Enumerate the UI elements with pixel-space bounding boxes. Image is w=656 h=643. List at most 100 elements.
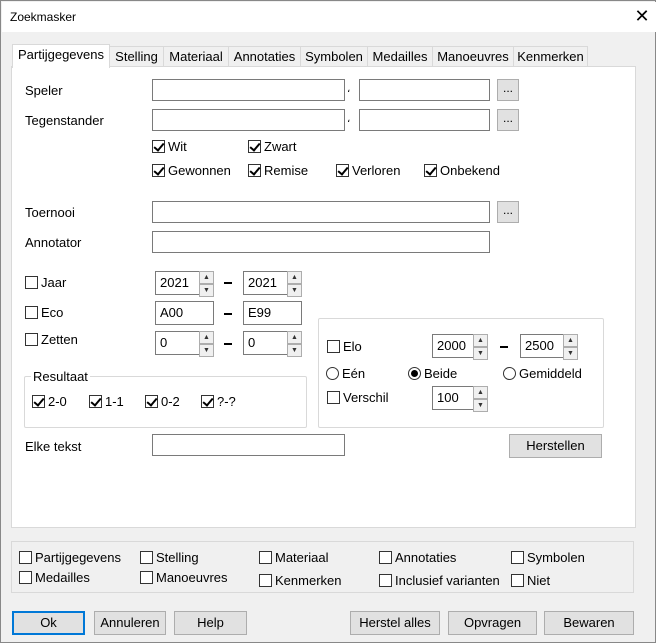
zetten-to-spinner[interactable]: ▲ ▼: [287, 331, 302, 357]
result-1-1-label: 1-1: [105, 394, 124, 409]
tegenstander-browse-button[interactable]: ...: [497, 109, 519, 131]
speler-firstname-input[interactable]: [359, 79, 490, 101]
chevron-up-icon[interactable]: ▲: [199, 331, 214, 344]
tegenstander-separator: ،: [347, 114, 351, 125]
elo-een-radio[interactable]: [326, 367, 339, 380]
verschil-checkbox[interactable]: [327, 391, 340, 404]
include-partijgegevens-checkbox[interactable]: [19, 551, 32, 564]
elo-checkbox[interactable]: [327, 340, 340, 353]
annotator-input[interactable]: [152, 231, 490, 253]
chevron-down-icon[interactable]: ▼: [199, 284, 214, 297]
chevron-up-icon[interactable]: ▲: [473, 334, 488, 347]
tab-annotaties[interactable]: Annotaties: [228, 46, 301, 67]
elo-een-label: Eén: [342, 366, 366, 381]
include-materiaal-checkbox[interactable]: [259, 551, 272, 564]
result-2-0-checkbox[interactable]: [32, 395, 45, 408]
eco-to-input[interactable]: E99: [243, 301, 302, 325]
ok-button[interactable]: Ok: [12, 611, 85, 635]
elo-beide-label: Beide: [424, 366, 458, 381]
elo-from-input[interactable]: 2000: [432, 334, 474, 358]
include-materiaal-label: Materiaal: [275, 550, 329, 565]
chevron-down-icon[interactable]: ▼: [199, 344, 214, 357]
close-icon[interactable]: ✕: [632, 5, 652, 27]
herstel-alles-button[interactable]: Herstel alles: [350, 611, 440, 635]
zwart-label: Zwart: [264, 139, 297, 154]
speler-browse-button[interactable]: ...: [497, 79, 519, 101]
annotator-label: Annotator: [25, 235, 82, 250]
tab-stelling[interactable]: Stelling: [109, 46, 164, 67]
jaar-to-spinner[interactable]: ▲ ▼: [287, 271, 302, 297]
include-manoeuvres-checkbox[interactable]: [140, 571, 153, 584]
chevron-down-icon[interactable]: ▼: [473, 399, 488, 412]
toernooi-input[interactable]: [152, 201, 490, 223]
include-partijgegevens-label: Partijgegevens: [35, 550, 121, 565]
jaar-checkbox[interactable]: [25, 276, 38, 289]
elke-tekst-input[interactable]: [152, 434, 345, 456]
chevron-up-icon[interactable]: ▲: [563, 334, 578, 347]
chevron-down-icon[interactable]: ▼: [473, 347, 488, 360]
tab-kenmerken[interactable]: Kenmerken: [513, 46, 588, 67]
zetten-from-spinner[interactable]: ▲ ▼: [199, 331, 214, 357]
zetten-checkbox[interactable]: [25, 333, 38, 346]
chevron-down-icon[interactable]: ▼: [287, 344, 302, 357]
jaar-from-spinner[interactable]: ▲ ▼: [199, 271, 214, 297]
result-0-2-checkbox[interactable]: [145, 395, 158, 408]
eco-from-input[interactable]: A00: [155, 301, 214, 325]
toernooi-browse-button[interactable]: ...: [497, 201, 519, 223]
zwart-checkbox[interactable]: [248, 140, 261, 153]
zetten-from-input[interactable]: 0: [155, 331, 200, 355]
result-0-2-label: 0-2: [161, 394, 180, 409]
tab-medailles[interactable]: Medailles: [367, 46, 433, 67]
herstellen-button[interactable]: Herstellen: [509, 434, 602, 458]
include-kenmerken-label: Kenmerken: [275, 573, 342, 588]
chevron-down-icon[interactable]: ▼: [563, 347, 578, 360]
tegenstander-input[interactable]: [152, 109, 345, 131]
include-stelling-checkbox[interactable]: [140, 551, 153, 564]
elo-from-spinner[interactable]: ▲ ▼: [473, 334, 488, 360]
bewaren-button[interactable]: Bewaren: [544, 611, 634, 635]
verschil-label: Verschil: [343, 390, 389, 405]
remise-checkbox[interactable]: [248, 164, 261, 177]
wit-checkbox[interactable]: [152, 140, 165, 153]
include-symbolen-checkbox[interactable]: [511, 551, 524, 564]
verschil-input[interactable]: 100: [432, 386, 474, 410]
eco-checkbox[interactable]: [25, 306, 38, 319]
chevron-up-icon[interactable]: ▲: [287, 331, 302, 344]
tab-panel: [11, 66, 636, 528]
tab-manoeuvres[interactable]: Manoeuvres: [432, 46, 514, 67]
include-annotaties-checkbox[interactable]: [379, 551, 392, 564]
help-button[interactable]: Help: [174, 611, 247, 635]
chevron-up-icon[interactable]: ▲: [199, 271, 214, 284]
elo-to-spinner[interactable]: ▲ ▼: [563, 334, 578, 360]
include-medailles-checkbox[interactable]: [19, 571, 32, 584]
include-varianten-checkbox[interactable]: [379, 574, 392, 587]
verloren-checkbox[interactable]: [336, 164, 349, 177]
elo-beide-radio[interactable]: [408, 367, 421, 380]
verloren-label: Verloren: [352, 163, 401, 178]
elo-gemiddeld-radio[interactable]: [503, 367, 516, 380]
chevron-up-icon[interactable]: ▲: [287, 271, 302, 284]
result-unknown-checkbox[interactable]: [201, 395, 214, 408]
verschil-spinner[interactable]: ▲ ▼: [473, 386, 488, 412]
tab-materiaal[interactable]: Materiaal: [163, 46, 229, 67]
speler-input[interactable]: [152, 79, 345, 101]
include-varianten-label: Inclusief varianten: [395, 573, 500, 588]
chevron-up-icon[interactable]: ▲: [473, 386, 488, 399]
tab-partijgegevens[interactable]: Partijgegevens: [12, 44, 110, 68]
remise-label: Remise: [264, 163, 309, 178]
speler-label: Speler: [25, 83, 63, 98]
gewonnen-checkbox[interactable]: [152, 164, 165, 177]
tab-symbolen[interactable]: Symbolen: [300, 46, 368, 67]
elo-to-input[interactable]: 2500: [520, 334, 564, 358]
onbekend-checkbox[interactable]: [424, 164, 437, 177]
result-1-1-checkbox[interactable]: [89, 395, 102, 408]
tegenstander-firstname-input[interactable]: [359, 109, 490, 131]
annuleren-button[interactable]: Annuleren: [94, 611, 166, 635]
jaar-to-input[interactable]: 2021: [243, 271, 288, 295]
chevron-down-icon[interactable]: ▼: [287, 284, 302, 297]
niet-checkbox[interactable]: [511, 574, 524, 587]
zetten-to-input[interactable]: 0: [243, 331, 288, 355]
opvragen-button[interactable]: Opvragen: [448, 611, 537, 635]
jaar-from-input[interactable]: 2021: [155, 271, 200, 295]
include-kenmerken-checkbox[interactable]: [259, 574, 272, 587]
